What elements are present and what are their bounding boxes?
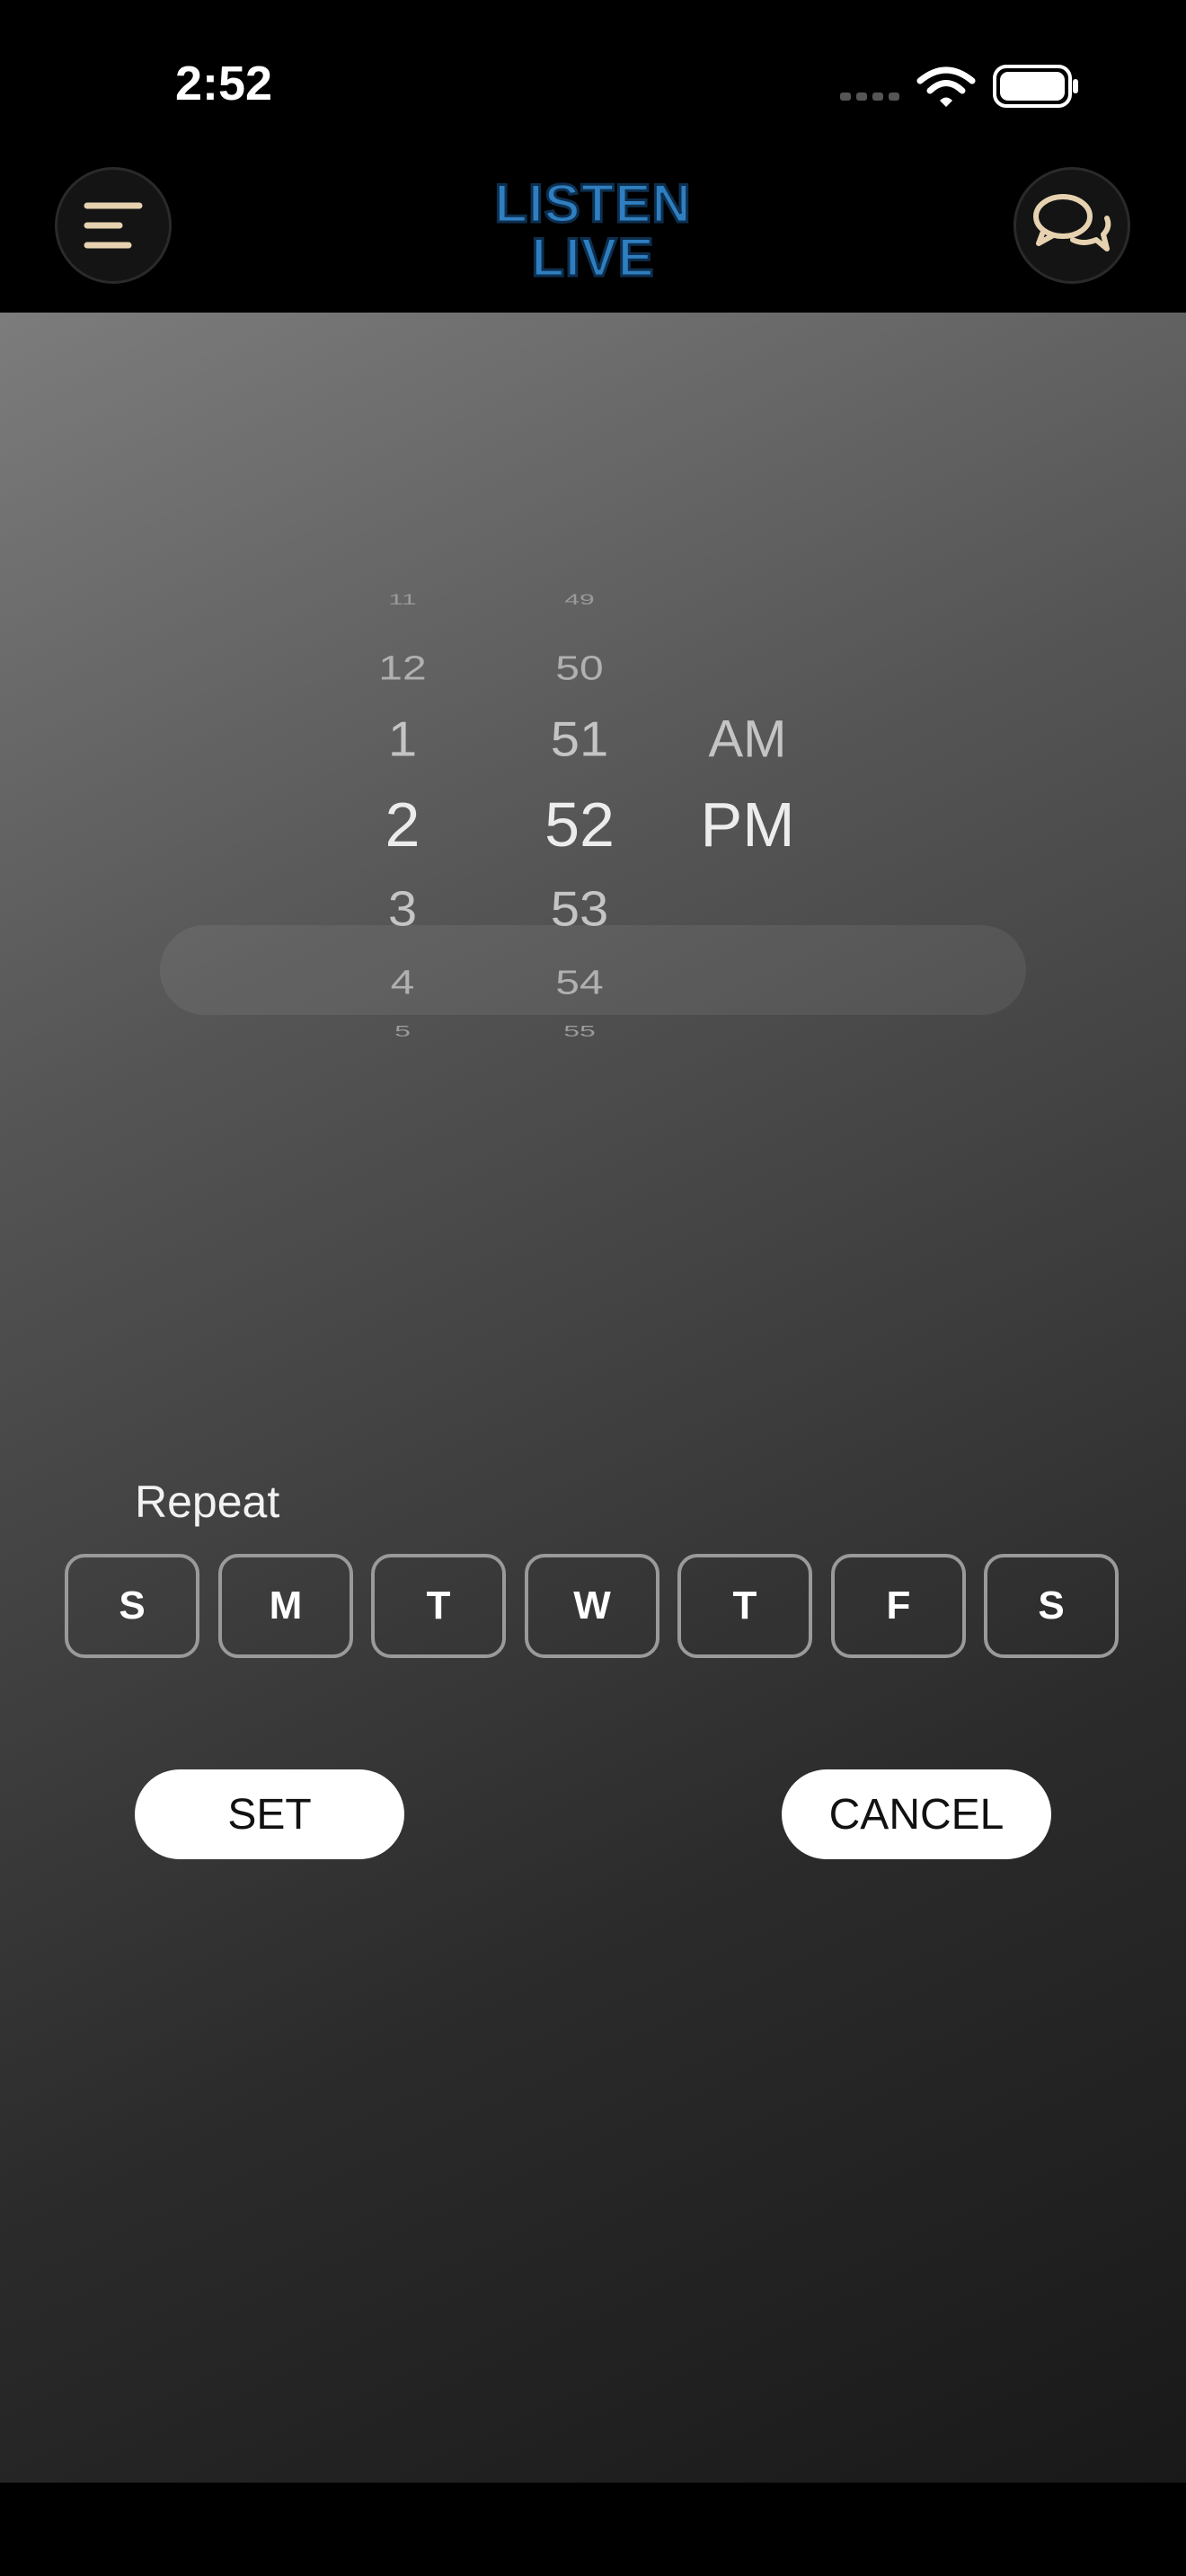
picker-hour-6[interactable]: 5	[394, 1022, 411, 1040]
chat-button[interactable]	[1013, 167, 1130, 284]
picker-minute-0[interactable]: 49	[564, 592, 594, 609]
listen-live-logo: LISTEN LIVE	[485, 172, 701, 289]
status-time: 2:52	[175, 57, 273, 110]
logo-line-2: LIVE	[530, 226, 655, 289]
bottom-bar	[0, 2483, 1186, 2576]
battery-icon	[993, 65, 1078, 108]
cancel-button[interactable]: CANCEL	[782, 1769, 1051, 1859]
logo-line-1: LISTEN	[493, 172, 692, 235]
picker-period-am[interactable]: AM	[709, 710, 787, 770]
day-toggle-3[interactable]: W	[525, 1554, 659, 1658]
alarm-main: 11 12 1 2 3 4 5 49 50 51 52 53 54 55 AM PM Repeat SMTWT…	[0, 313, 1186, 2483]
picker-hour-4[interactable]: 3	[388, 880, 417, 938]
day-toggle-2[interactable]: T	[371, 1554, 506, 1658]
picker-hour-5[interactable]: 4	[391, 963, 415, 1002]
picker-minute-2[interactable]: 51	[551, 710, 609, 768]
day-toggle-0[interactable]: S	[65, 1554, 199, 1658]
picker-hour-3[interactable]: 2	[385, 789, 420, 860]
cellular-signal-icon	[840, 93, 899, 101]
day-toggle-5[interactable]: F	[831, 1554, 966, 1658]
day-toggle-4[interactable]: T	[677, 1554, 812, 1658]
repeat-label: Repeat	[135, 1477, 280, 1527]
set-button[interactable]: SET	[135, 1769, 404, 1859]
wifi-icon	[916, 66, 976, 107]
app-header: LISTEN LIVE	[0, 153, 1186, 313]
picker-minute-5[interactable]: 54	[555, 963, 603, 1002]
picker-minute-4[interactable]: 53	[551, 880, 609, 938]
day-toggle-1[interactable]: M	[218, 1554, 353, 1658]
picker-hour-1[interactable]: 12	[378, 648, 426, 688]
picker-hour-0[interactable]: 11	[388, 592, 416, 609]
status-bar: 2:52	[0, 0, 1186, 171]
chat-bubbles-icon	[1033, 194, 1111, 251]
picker-hour-2[interactable]: 1	[388, 710, 417, 768]
picker-period-pm[interactable]: PM	[701, 789, 795, 860]
menu-button[interactable]	[55, 167, 172, 284]
time-picker[interactable]: 11 12 1 2 3 4 5 49 50 51 52 53 54 55 AM PM	[0, 519, 1186, 1040]
picker-minute-3[interactable]: 52	[544, 789, 615, 860]
menu-icon	[84, 202, 143, 249]
picker-minute-6[interactable]: 55	[563, 1022, 596, 1040]
picker-minute-1[interactable]: 50	[555, 648, 603, 688]
day-toggle-6[interactable]: S	[984, 1554, 1119, 1658]
